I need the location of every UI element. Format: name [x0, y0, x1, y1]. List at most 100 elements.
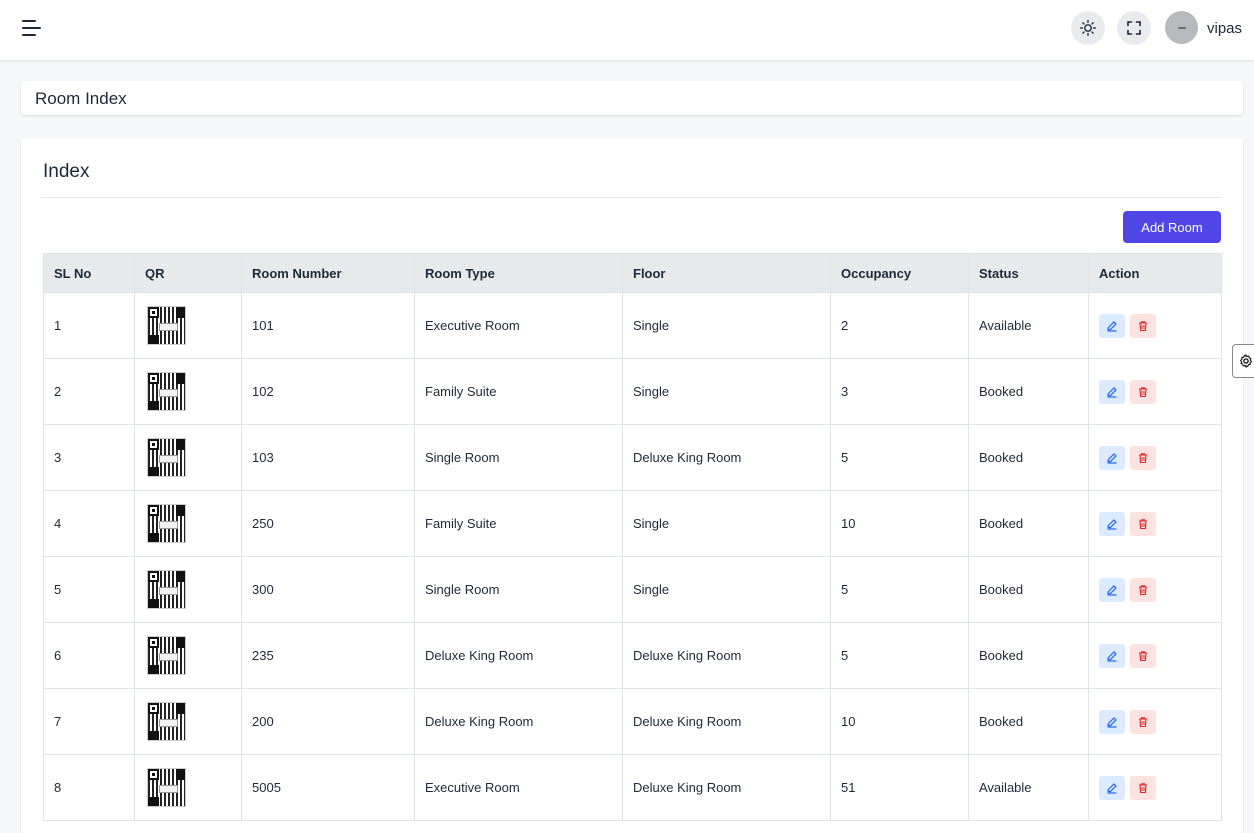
- cell-floor: Deluxe King Room: [622, 688, 831, 755]
- cell-room-number: 235: [241, 622, 415, 689]
- cell-action: [1088, 292, 1222, 359]
- delete-button[interactable]: [1130, 313, 1156, 338]
- cell-room-type: Executive Room: [414, 292, 623, 359]
- trash-icon: [1139, 782, 1147, 793]
- cell-status: Booked: [968, 358, 1089, 425]
- cell-qr: [134, 292, 242, 359]
- table-row: 2 102 Family Suite Single 3 Booked: [43, 358, 1222, 425]
- table-header-row: SL No QR Room Number Room Type Floor Occ…: [43, 253, 1222, 293]
- add-room-button[interactable]: Add Room: [1123, 211, 1221, 243]
- edit-button[interactable]: [1099, 313, 1125, 338]
- edit-icon: [1107, 782, 1117, 794]
- table-row: 8 5005 Executive Room Deluxe King Room 51 Ava…: [43, 754, 1222, 821]
- qr-code-image[interactable]: [147, 306, 186, 345]
- cell-occupancy: 10: [830, 688, 969, 755]
- cell-action: [1088, 358, 1222, 425]
- cell-sl-no: 5: [43, 556, 135, 623]
- cell-sl-no: 6: [43, 622, 135, 689]
- edit-button[interactable]: [1099, 511, 1125, 536]
- cell-occupancy: 2: [830, 292, 969, 359]
- divider: [41, 197, 1222, 198]
- trash-icon: [1139, 518, 1147, 529]
- cell-room-type: Deluxe King Room: [414, 688, 623, 755]
- cell-room-number: 102: [241, 358, 415, 425]
- trash-icon: [1139, 320, 1147, 331]
- qr-code-image[interactable]: [147, 372, 186, 411]
- delete-button[interactable]: [1130, 643, 1156, 668]
- avatar[interactable]: [1165, 11, 1198, 44]
- delete-button[interactable]: [1130, 445, 1156, 470]
- card-title: Index: [43, 161, 90, 182]
- cell-floor: Single: [622, 292, 831, 359]
- delete-button[interactable]: [1130, 709, 1156, 734]
- cell-occupancy: 51: [830, 754, 969, 821]
- qr-code-image[interactable]: [147, 504, 186, 543]
- edit-button[interactable]: [1099, 709, 1125, 734]
- trash-icon: [1139, 386, 1147, 397]
- fullscreen-button[interactable]: [1117, 11, 1151, 45]
- rooms-table: SL No QR Room Number Room Type Floor Occ…: [43, 253, 1222, 821]
- table-row: 6 235 Deluxe King Room Deluxe King Room 5 Boo…: [43, 622, 1222, 689]
- cell-room-number: 101: [241, 292, 415, 359]
- cell-qr: [134, 424, 242, 491]
- qr-code-image[interactable]: [147, 702, 186, 741]
- delete-button[interactable]: [1130, 775, 1156, 800]
- breadcrumb: Room Index: [21, 81, 1243, 115]
- cell-qr: [134, 556, 242, 623]
- cell-sl-no: 1: [43, 292, 135, 359]
- cell-qr: [134, 688, 242, 755]
- cell-sl-no: 8: [43, 754, 135, 821]
- column-header-status: Status: [968, 253, 1089, 293]
- delete-button[interactable]: [1130, 577, 1156, 602]
- table-row: 3 103 Single Room Deluxe King Room 5 Booked: [43, 424, 1222, 491]
- qr-code-image[interactable]: [147, 636, 186, 675]
- qr-code-image[interactable]: [147, 570, 186, 609]
- edit-button[interactable]: [1099, 775, 1125, 800]
- cell-room-number: 300: [241, 556, 415, 623]
- sun-icon: [1080, 20, 1096, 36]
- cell-sl-no: 2: [43, 358, 135, 425]
- cell-occupancy: 5: [830, 556, 969, 623]
- cell-sl-no: 4: [43, 490, 135, 557]
- edit-button[interactable]: [1099, 577, 1125, 602]
- menu-icon[interactable]: [22, 19, 42, 37]
- cell-room-number: 200: [241, 688, 415, 755]
- cell-room-type: Executive Room: [414, 754, 623, 821]
- edit-button[interactable]: [1099, 445, 1125, 470]
- cell-action: [1088, 424, 1222, 491]
- page-title: Room Index: [35, 89, 127, 108]
- trash-icon: [1139, 452, 1147, 463]
- cell-room-type: Family Suite: [414, 358, 623, 425]
- edit-button[interactable]: [1099, 379, 1125, 404]
- edit-button[interactable]: [1099, 643, 1125, 668]
- edit-icon: [1107, 584, 1117, 596]
- column-header-occupancy: Occupancy: [830, 253, 969, 293]
- edit-icon: [1107, 518, 1117, 530]
- cell-room-type: Single Room: [414, 556, 623, 623]
- qr-code-image[interactable]: [147, 768, 186, 807]
- cell-room-type: Family Suite: [414, 490, 623, 557]
- trash-icon: [1139, 584, 1147, 595]
- cell-qr: [134, 622, 242, 689]
- cell-floor: Single: [622, 490, 831, 557]
- username[interactable]: vipas: [1207, 20, 1242, 37]
- cell-sl-no: 7: [43, 688, 135, 755]
- edit-icon: [1107, 386, 1117, 398]
- cell-status: Booked: [968, 622, 1089, 689]
- room-index-card: Index Add Room SL No QR Room Number Room…: [21, 138, 1243, 833]
- fullscreen-icon: [1127, 21, 1141, 35]
- cell-room-number: 103: [241, 424, 415, 491]
- cell-floor: Deluxe King Room: [622, 622, 831, 689]
- qr-code-image[interactable]: [147, 438, 186, 477]
- settings-gear-button[interactable]: [1232, 344, 1254, 378]
- delete-button[interactable]: [1130, 511, 1156, 536]
- cell-qr: [134, 754, 242, 821]
- cell-room-type: Deluxe King Room: [414, 622, 623, 689]
- cell-occupancy: 10: [830, 490, 969, 557]
- cell-status: Booked: [968, 490, 1089, 557]
- cell-occupancy: 3: [830, 358, 969, 425]
- column-header-room-type: Room Type: [414, 253, 623, 293]
- delete-button[interactable]: [1130, 379, 1156, 404]
- cell-status: Available: [968, 292, 1089, 359]
- theme-toggle-button[interactable]: [1071, 11, 1105, 45]
